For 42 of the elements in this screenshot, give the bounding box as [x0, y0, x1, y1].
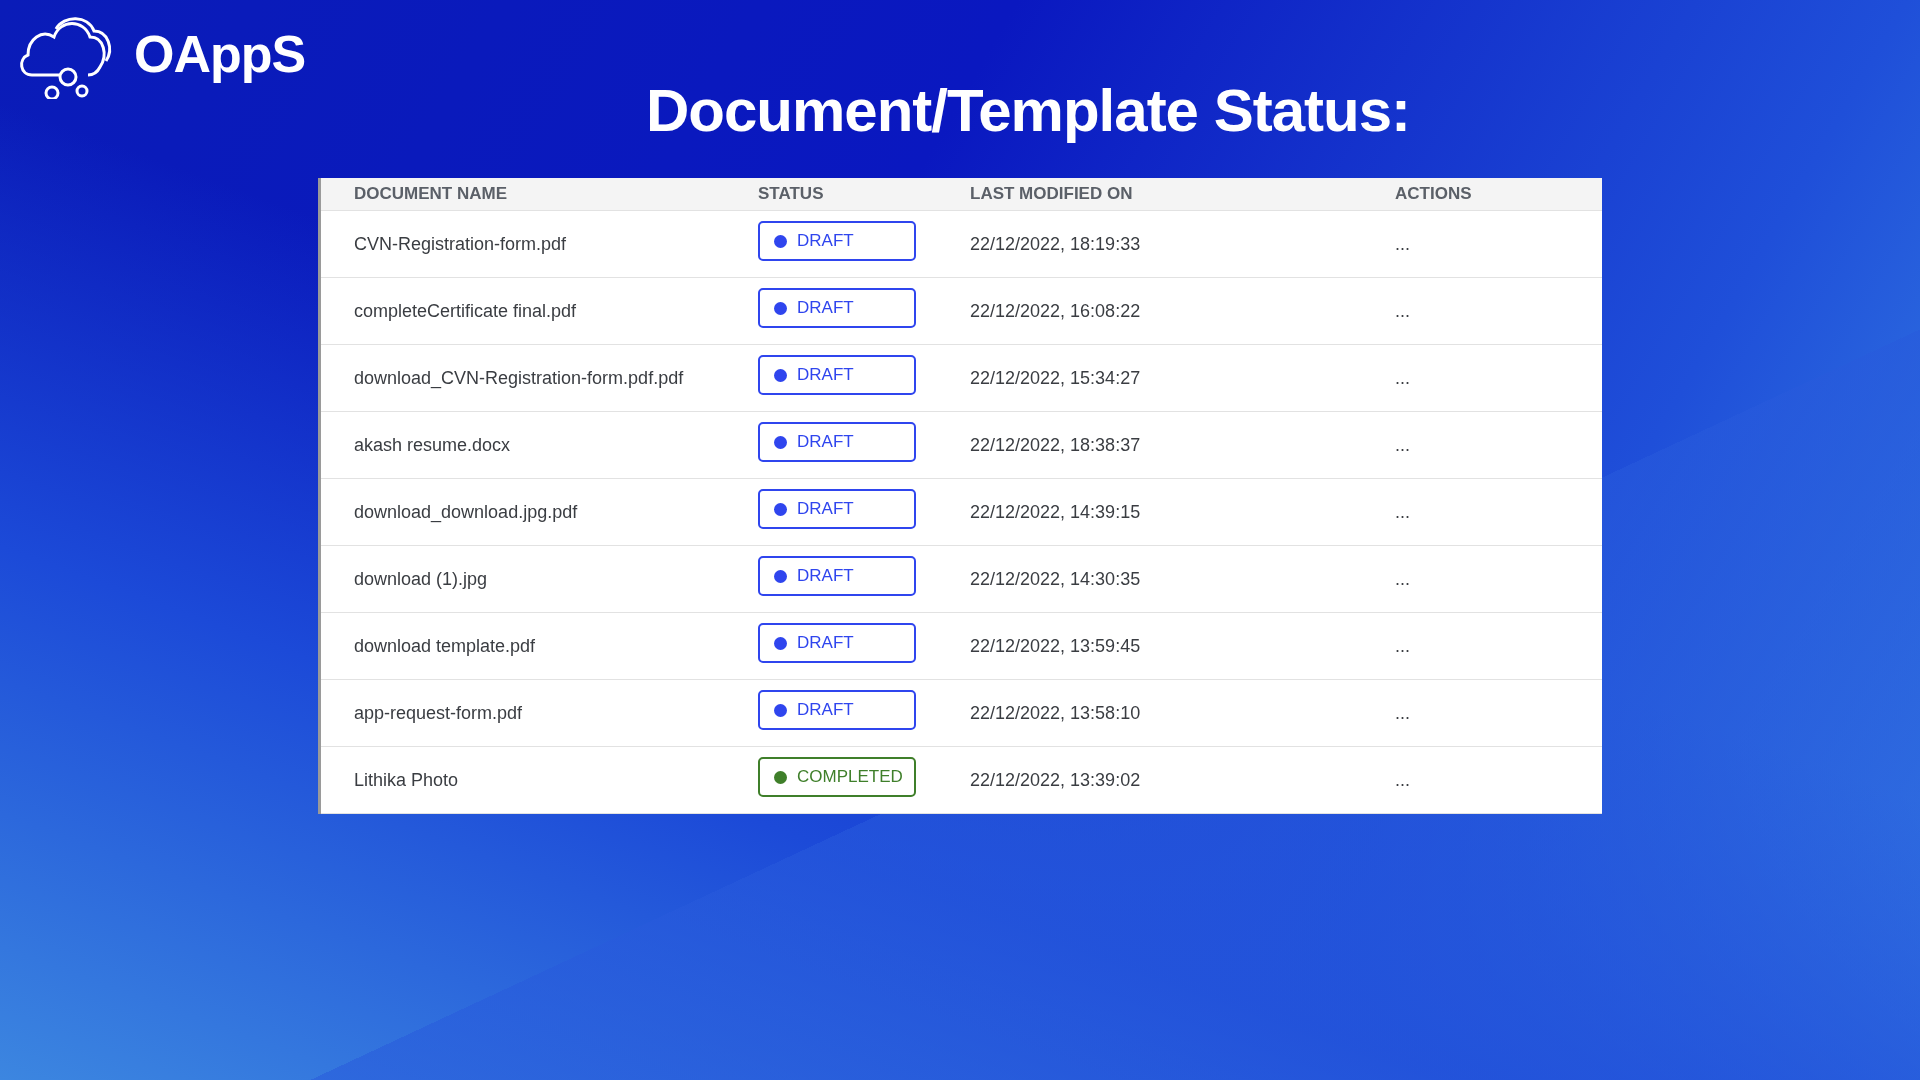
- modified-date: 22/12/2022, 18:19:33: [970, 233, 1142, 255]
- document-name: download template.pdf: [354, 635, 537, 657]
- actions-menu[interactable]: ...: [1395, 769, 1602, 791]
- brand-name: OAppS: [134, 24, 306, 84]
- document-name: download_CVN-Registration-form.pdf.pdf: [354, 367, 685, 389]
- modified-date: 22/12/2022, 13:59:45: [970, 635, 1142, 657]
- status-label: DRAFT: [797, 231, 854, 251]
- document-name: download_download.jpg.pdf: [354, 501, 579, 523]
- column-header: LAST MODIFIED ON: [970, 184, 1134, 204]
- slide-title: Document/Template Status:: [646, 76, 1410, 145]
- modified-date: 22/12/2022, 16:08:22: [970, 300, 1142, 322]
- status-label: DRAFT: [797, 700, 854, 720]
- modified-date: 22/12/2022, 18:38:37: [970, 434, 1142, 456]
- modified-date: 22/12/2022, 13:58:10: [970, 702, 1142, 724]
- status-label: DRAFT: [797, 633, 854, 653]
- actions-menu[interactable]: ...: [1395, 702, 1602, 724]
- status-label: DRAFT: [797, 365, 854, 385]
- document-name: download (1).jpg: [354, 568, 489, 590]
- actions-menu[interactable]: ...: [1395, 434, 1602, 456]
- actions-menu[interactable]: ...: [1395, 300, 1602, 322]
- actions-menu[interactable]: ...: [1395, 568, 1602, 590]
- status-label: DRAFT: [797, 499, 854, 519]
- status-label: COMPLETED: [797, 767, 903, 787]
- document-name: CVN-Registration-form.pdf: [354, 233, 568, 255]
- document-name: akash resume.docx: [354, 434, 512, 456]
- modified-date: 22/12/2022, 14:30:35: [970, 568, 1142, 590]
- actions-menu[interactable]: ...: [1395, 501, 1602, 523]
- status-label: DRAFT: [797, 298, 854, 318]
- modified-date: 22/12/2022, 13:39:02: [970, 769, 1142, 791]
- column-header: STATUS: [758, 184, 825, 204]
- actions-menu[interactable]: ...: [1395, 635, 1602, 657]
- status-label: DRAFT: [797, 432, 854, 452]
- actions-menu[interactable]: ...: [1395, 233, 1602, 255]
- modified-date: 22/12/2022, 15:34:27: [970, 367, 1142, 389]
- document-name: Lithika Photo: [354, 769, 460, 791]
- modified-date: 22/12/2022, 14:39:15: [970, 501, 1142, 523]
- document-name: app-request-form.pdf: [354, 702, 524, 724]
- column-header: ACTIONS: [1395, 184, 1473, 204]
- document-name: completeCertificate final.pdf: [354, 300, 578, 322]
- column-header: DOCUMENT NAME: [354, 184, 508, 204]
- actions-menu[interactable]: ...: [1395, 367, 1602, 389]
- status-label: DRAFT: [797, 566, 854, 586]
